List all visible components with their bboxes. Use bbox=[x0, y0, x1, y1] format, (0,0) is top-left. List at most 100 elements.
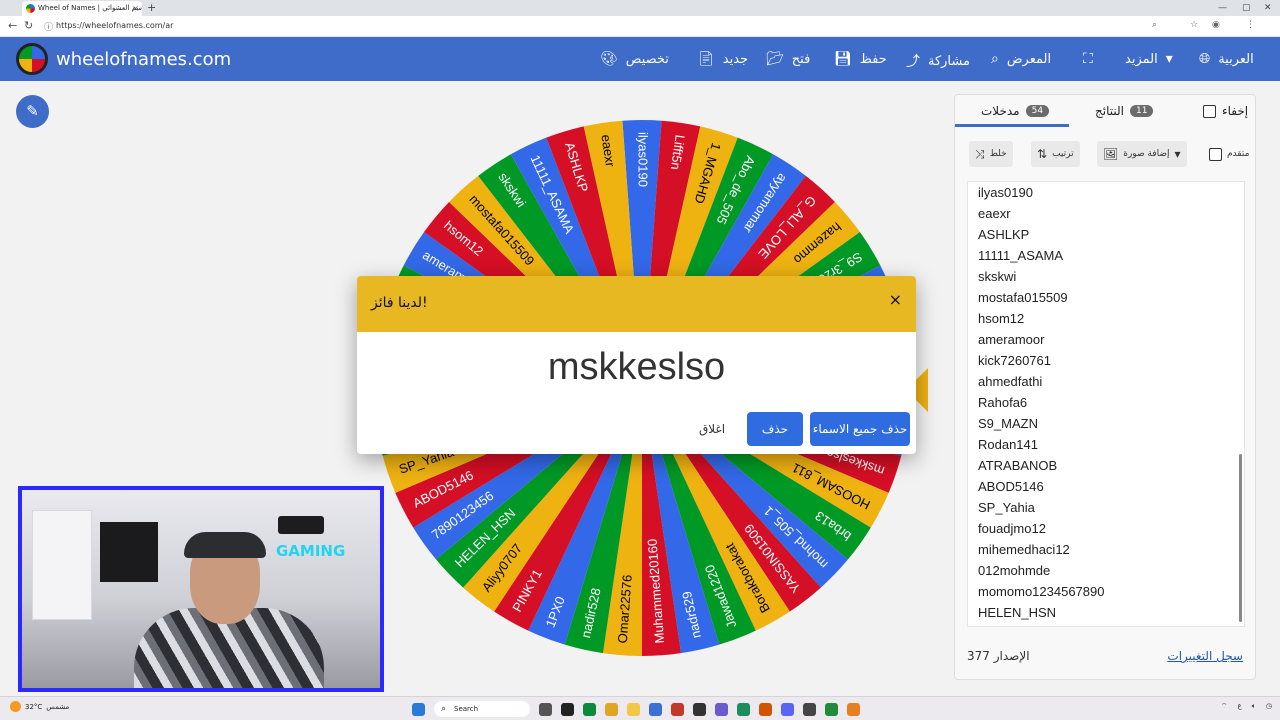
taskbar-apps: Search bbox=[412, 701, 860, 717]
menu-gallery[interactable]: ⌕ المعرض bbox=[991, 51, 1051, 67]
file-icon: 📄︎ bbox=[697, 51, 715, 67]
app-icon[interactable] bbox=[693, 702, 706, 716]
menu-save[interactable]: 💾︎ حفظ bbox=[834, 51, 887, 67]
add-image-button[interactable]: 🖼︎ إضافة صورة ▾ bbox=[1097, 141, 1187, 167]
speaker-icon[interactable]: 🔈︎ bbox=[1252, 702, 1256, 711]
profile-icon[interactable]: ◉ bbox=[1212, 20, 1220, 30]
app-icon[interactable] bbox=[539, 702, 552, 716]
entries-textbox[interactable]: ilyas0190 eaexr ASHLKP 11111_ASAMA skskwi mos… bbox=[967, 181, 1245, 627]
app-icon[interactable] bbox=[671, 702, 684, 716]
entry-line: ahmedfathi bbox=[978, 374, 1043, 389]
entry-line: fouadjmo12 bbox=[978, 521, 1046, 536]
advanced-checkbox[interactable] bbox=[1209, 147, 1222, 161]
cam-tv bbox=[100, 522, 158, 582]
close-icon[interactable]: × bbox=[889, 290, 902, 309]
caret-down-icon: ▾ bbox=[1165, 51, 1173, 67]
site-info-icon[interactable]: ⓘ bbox=[44, 20, 53, 33]
shuffle-label: خلط bbox=[989, 149, 1007, 159]
browser-tab-title: Wheel of Names | الاسم العشوائي bbox=[38, 4, 142, 12]
tab-entries[interactable]: مدخلات 54 bbox=[981, 104, 1050, 118]
menu-more[interactable]: المزيد ▾ bbox=[1125, 51, 1173, 67]
entry-line: momomo1234567890 bbox=[978, 584, 1105, 599]
caret-down-icon: ▾ bbox=[1174, 147, 1181, 161]
weather-widget[interactable]: 32°C مشمس bbox=[10, 701, 69, 712]
shuffle-button[interactable]: ⤨ خلط bbox=[969, 141, 1013, 167]
wheel-logo-icon[interactable] bbox=[16, 43, 48, 75]
weather-temp: 32°C bbox=[25, 702, 43, 711]
back-button[interactable]: ← bbox=[8, 19, 17, 32]
entries-scrollbar-thumb[interactable] bbox=[1239, 454, 1242, 622]
remove-all-button[interactable]: حذف جميع الاسماء bbox=[810, 412, 910, 446]
entry-line: eaexr bbox=[978, 206, 1011, 221]
remove-button[interactable]: حذف bbox=[747, 412, 803, 446]
url-field[interactable]: https://wheelofnames.com/ar bbox=[56, 21, 173, 30]
os-taskbar: 32°C مشمس Search ⌔ ع 🔈︎ ◷ bbox=[0, 696, 1280, 720]
taskbar-search[interactable]: Search bbox=[434, 701, 530, 717]
discord-icon[interactable] bbox=[781, 702, 794, 716]
hide-toggle[interactable]: إخفاء bbox=[1203, 104, 1248, 118]
reload-button[interactable]: ↻ bbox=[24, 19, 33, 32]
keyboard-lang[interactable]: ع bbox=[1238, 702, 1242, 711]
window-close-button[interactable]: ✕ bbox=[1264, 0, 1272, 16]
menu-share[interactable]: ⤴ مشاركة bbox=[906, 51, 970, 71]
entry-line: Rahofa6 bbox=[978, 395, 1028, 410]
zoom-icon[interactable]: ⌕ bbox=[1152, 20, 1157, 30]
gaming-sign: GAMING bbox=[276, 542, 346, 560]
wheel-favicon-icon bbox=[26, 4, 35, 13]
entry-line: kick7260761 bbox=[978, 353, 1051, 368]
app-icon[interactable] bbox=[803, 702, 816, 716]
menu-new[interactable]: 📄︎ جديد bbox=[697, 51, 748, 67]
share-icon: ⤴ bbox=[906, 54, 920, 70]
app-icon[interactable] bbox=[583, 702, 596, 716]
chrome-icon[interactable] bbox=[605, 702, 618, 716]
entry-line: hsom12 bbox=[978, 311, 1025, 326]
menu-fullscreen[interactable]: ⛶ bbox=[1083, 51, 1093, 67]
sort-icon: ⇅ bbox=[1037, 147, 1048, 161]
tab-results[interactable]: النتائج 11 bbox=[1095, 104, 1154, 118]
new-tab-button[interactable]: + bbox=[147, 0, 156, 16]
brand-name[interactable]: wheelofnames.com bbox=[56, 49, 231, 70]
hide-checkbox[interactable] bbox=[1203, 104, 1216, 118]
folder-icon[interactable] bbox=[627, 702, 640, 716]
app-icon[interactable] bbox=[759, 702, 772, 716]
browser-tab[interactable]: Wheel of Names | الاسم العشوائي × bbox=[22, 1, 142, 16]
advanced-toggle[interactable]: متقدم bbox=[1203, 141, 1255, 167]
app-icon[interactable] bbox=[825, 702, 838, 716]
menu-open[interactable]: 📂︎ فتح bbox=[766, 51, 810, 67]
app-icon[interactable] bbox=[561, 702, 574, 716]
save-icon: 💾︎ bbox=[834, 51, 852, 67]
changelog-link[interactable]: سجل التغييرات bbox=[1167, 649, 1243, 663]
edit-button[interactable]: ✎ bbox=[16, 95, 49, 128]
vlc-icon[interactable] bbox=[847, 702, 860, 716]
menu-customize[interactable]: 🎨︎ تخصيص bbox=[600, 51, 669, 67]
hide-label: إخفاء bbox=[1222, 104, 1249, 118]
bookmark-star-icon[interactable]: ☆ bbox=[1190, 20, 1198, 30]
menu-language[interactable]: 🌐︎ العربية bbox=[1199, 51, 1254, 67]
sort-button[interactable]: ⇅ ترتيب bbox=[1031, 141, 1080, 167]
weather-desc: مشمس bbox=[46, 702, 70, 711]
entry-line: ATRABANOB bbox=[978, 458, 1058, 473]
webcam-overlay: GAMING bbox=[18, 486, 384, 692]
browser-menu-icon[interactable]: ⋮ bbox=[1246, 20, 1255, 30]
entries-scrollbar[interactable] bbox=[1238, 186, 1242, 622]
maximize-button[interactable]: ▢ bbox=[1242, 0, 1251, 16]
entry-line: S9_MAZN bbox=[978, 416, 1038, 431]
minimize-button[interactable]: — bbox=[1218, 0, 1227, 16]
cam-shelf bbox=[32, 510, 92, 620]
app-icon[interactable] bbox=[649, 702, 662, 716]
tab-entries-label: مدخلات bbox=[981, 104, 1020, 118]
clock-icon[interactable]: ◷ bbox=[1266, 702, 1272, 711]
wifi-icon[interactable]: ⌔ bbox=[1221, 702, 1228, 711]
start-icon[interactable] bbox=[412, 702, 425, 716]
dialog-header: لدينا فائز! × bbox=[357, 276, 916, 332]
entry-line: Rodan141 bbox=[978, 437, 1038, 452]
app-icon[interactable] bbox=[715, 702, 728, 716]
close-button[interactable]: اغلاق bbox=[687, 412, 737, 446]
entry-line: ilyas0190 bbox=[978, 185, 1033, 200]
entry-line: mihemedhaci12 bbox=[978, 542, 1070, 557]
results-count-badge: 11 bbox=[1129, 105, 1154, 117]
menu-open-label: فتح bbox=[791, 51, 811, 67]
app-icon[interactable] bbox=[737, 702, 750, 716]
entry-line: mostafa015509 bbox=[978, 290, 1068, 305]
tab-close-icon[interactable]: × bbox=[132, 1, 139, 16]
